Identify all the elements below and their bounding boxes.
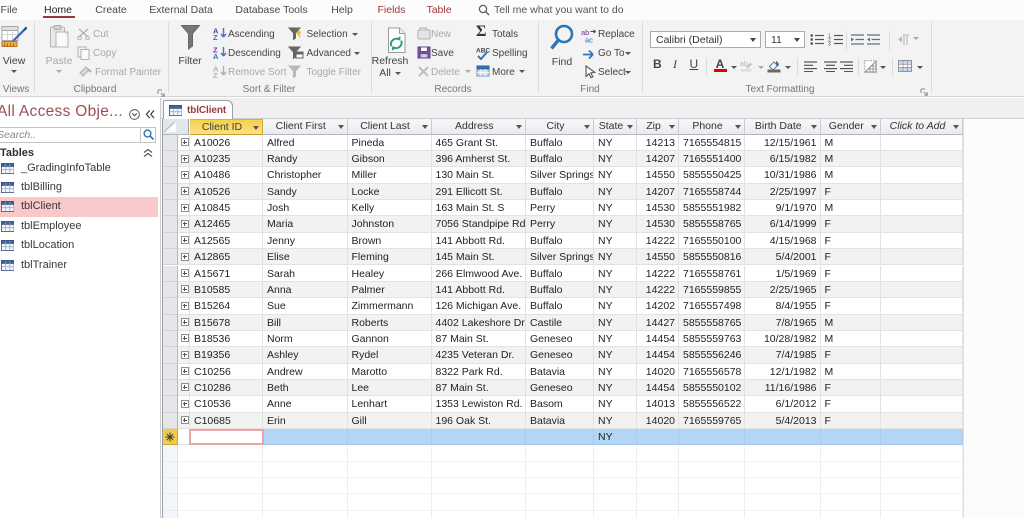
svg-text:Z: Z (213, 33, 218, 40)
svg-text:3: 3 (828, 41, 831, 46)
svg-text:A: A (213, 52, 219, 59)
svg-text:ABC: ABC (476, 48, 490, 55)
svg-text:Z: Z (213, 71, 218, 78)
svg-text:ac: ac (585, 36, 593, 44)
